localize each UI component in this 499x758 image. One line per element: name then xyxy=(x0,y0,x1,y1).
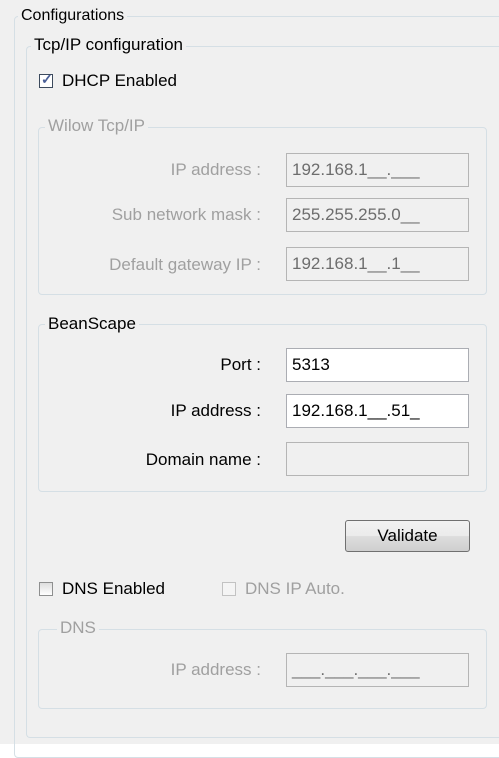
wilow-gateway-field[interactable]: 192.168.1__.1__ xyxy=(286,247,469,281)
beanscape-title: BeanScape xyxy=(45,315,139,333)
wilow-gateway-label: Default gateway IP : xyxy=(109,255,261,274)
dns-ip-auto-label: DNS IP Auto. xyxy=(245,579,345,598)
beanscape-domain-field[interactable] xyxy=(286,442,469,476)
wilow-ip-field[interactable]: 192.168.1__.___ xyxy=(286,153,469,187)
dns-enabled-checkbox[interactable] xyxy=(39,582,53,596)
checkmark-icon: ✓ xyxy=(41,71,53,87)
beanscape-domain-label: Domain name : xyxy=(145,450,261,469)
tcpip-title: Tcp/IP configuration xyxy=(31,36,186,54)
wilow-mask-label: Sub network mask : xyxy=(111,205,261,224)
wilow-mask-field[interactable]: 255.255.255.0__ xyxy=(286,198,469,232)
dns-enabled-label: DNS Enabled xyxy=(62,579,166,598)
validate-button[interactable]: Validate xyxy=(345,520,470,552)
wilow-ip-label: IP address : xyxy=(170,160,261,179)
beanscape-ip-field[interactable]: 192.168.1__.51_ xyxy=(286,394,469,428)
dhcp-label: DHCP Enabled xyxy=(62,71,177,90)
beanscape-port-label: Port : xyxy=(220,355,261,374)
dns-ip-label: IP address : xyxy=(170,660,261,679)
wilow-title: Wilow Tcp/IP xyxy=(45,117,148,135)
dhcp-checkbox[interactable]: ✓ xyxy=(39,71,53,88)
dns-ip-field[interactable]: ___.___.___.___ xyxy=(286,653,469,687)
beanscape-ip-label: IP address : xyxy=(170,401,261,420)
dns-ip-auto-checkbox[interactable] xyxy=(222,582,236,596)
configurations-panel: Configurations Tcp/IP configuration ✓ DH… xyxy=(0,0,499,758)
beanscape-port-field[interactable]: 5313 xyxy=(286,348,469,382)
dns-title: DNS xyxy=(57,619,99,637)
configurations-title: Configurations xyxy=(18,7,128,25)
